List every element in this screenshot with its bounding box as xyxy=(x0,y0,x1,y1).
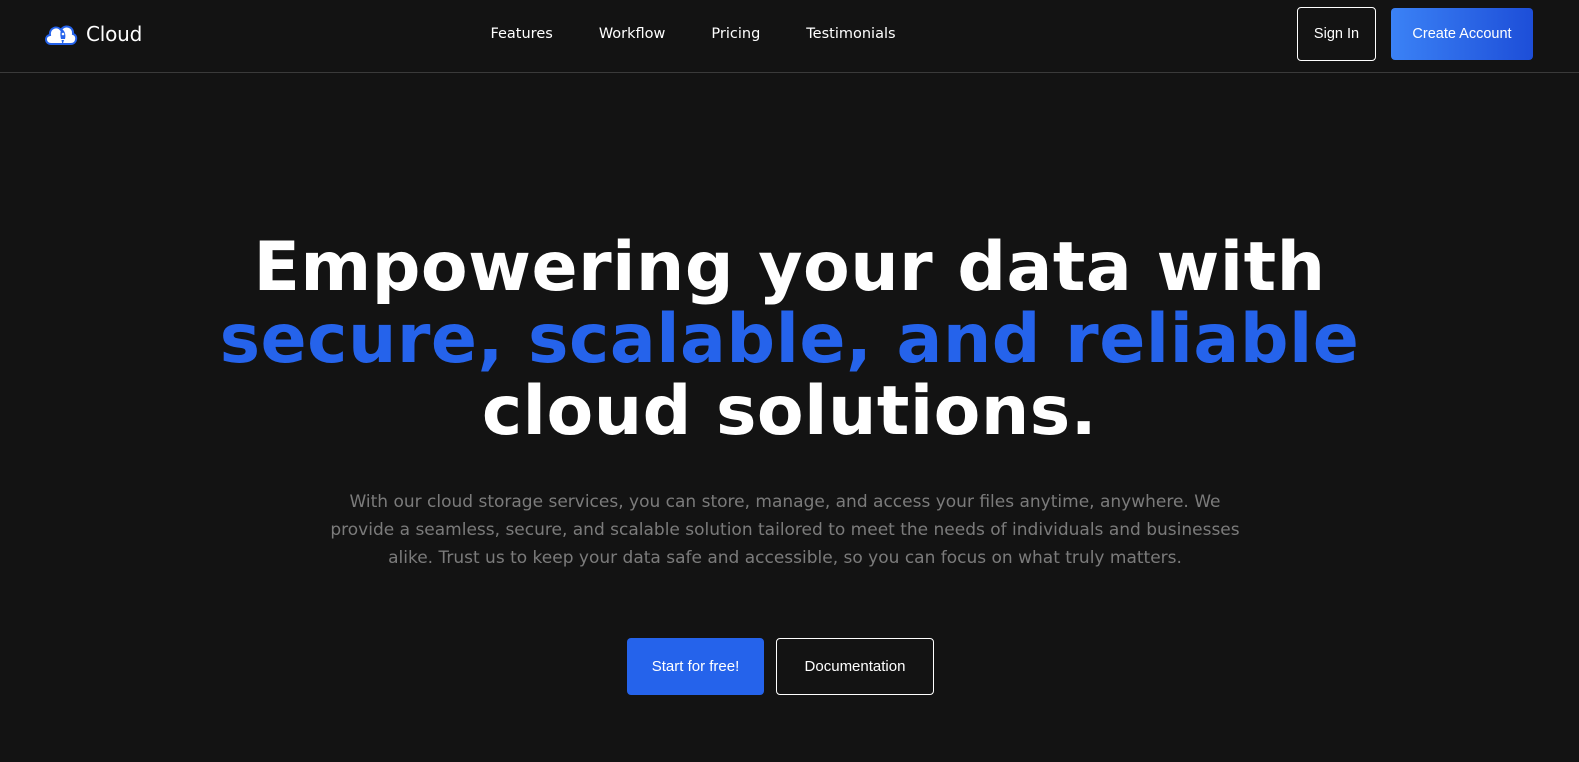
documentation-button[interactable]: Documentation xyxy=(776,638,934,695)
hero-title-line-3: cloud solutions. xyxy=(481,372,1098,451)
hero-description: With our cloud storage services, you can… xyxy=(330,492,1240,568)
nav-link-features[interactable]: Features xyxy=(490,22,552,46)
hero-cta-row: Start for free! Documentation xyxy=(0,638,1579,695)
create-account-button[interactable]: Create Account xyxy=(1391,8,1533,60)
nav-link-pricing[interactable]: Pricing xyxy=(711,22,760,46)
start-for-free-button[interactable]: Start for free! xyxy=(627,638,764,695)
hero-title-highlight: secure, scalable, and reliable xyxy=(219,300,1360,379)
sign-in-button[interactable]: Sign In xyxy=(1297,7,1376,61)
nav-link-testimonials[interactable]: Testimonials xyxy=(806,22,895,46)
nav-link-workflow[interactable]: Workflow xyxy=(599,22,666,46)
top-navbar: Cloud Features Workflow Pricing Testimon… xyxy=(0,0,1579,73)
hero-title: Empowering your data with secure, scalab… xyxy=(0,232,1579,448)
hero-title-line-1: Empowering your data with xyxy=(253,228,1326,307)
